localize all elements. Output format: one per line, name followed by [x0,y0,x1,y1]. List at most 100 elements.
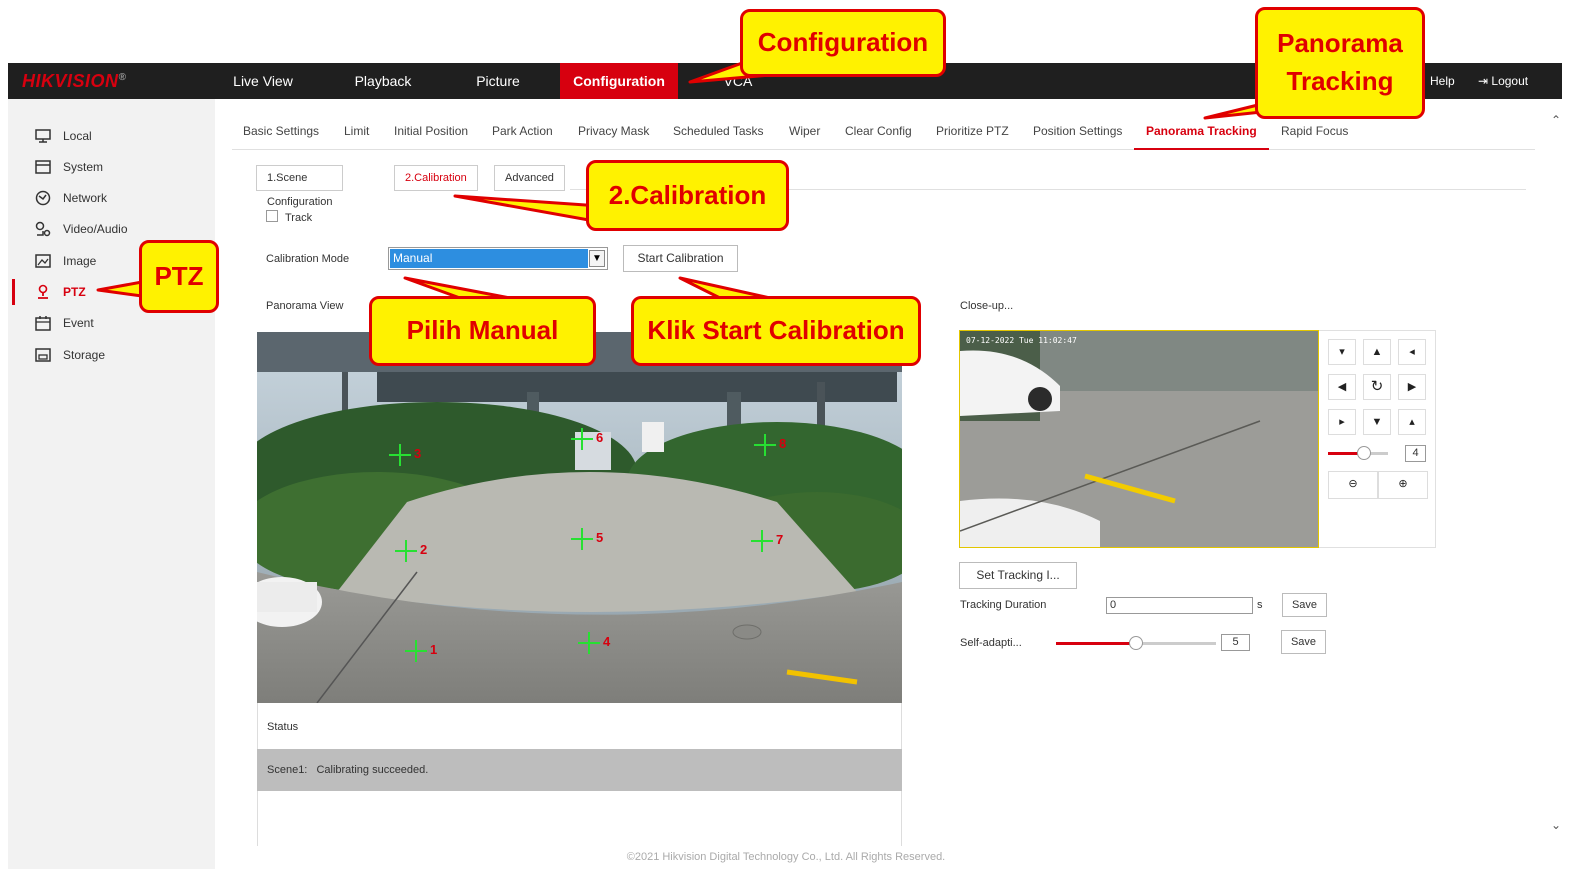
callout-pilih-manual: Pilih Manual [369,296,596,366]
status-label: Status [267,721,299,733]
logout-icon: ⇥ [1478,74,1489,88]
ptz-up-button[interactable]: ▲ [1363,339,1391,365]
ptz-right-button[interactable]: ▶ [1398,374,1426,400]
calibration-marker-7[interactable]: 7 [751,530,783,552]
nav-picture[interactable]: Picture [458,63,538,99]
sidebar-item-event[interactable]: Event [8,310,215,336]
zoom-in-icon: ⊕ [1398,478,1408,490]
sidebar: Local System Network Video/Audio Image P… [8,99,215,869]
tab-initial-position[interactable]: Initial Position [394,114,468,150]
calibration-marker-4[interactable]: 4 [578,632,610,654]
nav-live-view[interactable]: Live View [218,63,308,99]
tab-limit[interactable]: Limit [344,114,369,150]
self-adaptive-value[interactable]: 5 [1221,634,1250,651]
calibration-mode-select[interactable]: Manual ▼ [388,247,608,270]
callout-configuration: Configuration [740,9,946,77]
callout-ptz: PTZ [139,240,219,313]
panorama-view-label: Panorama View [266,300,344,312]
ptz-control-panel: ▾ ▲ ◂ ◀ ↻ ▶ ▸ ▼ ▴ 4 ⊖ ⊕ [1319,330,1436,548]
panorama-view[interactable]: 1 2 3 4 5 6 7 8 [257,332,902,703]
self-adaptive-slider[interactable] [1129,636,1143,650]
mic-icon [34,221,52,237]
ptz-down-left-button[interactable]: ▸ [1328,409,1356,435]
sidebar-item-network[interactable]: Network [8,185,215,211]
hikvision-logo: HIKVISION® [22,71,127,91]
sidebar-item-label: Image [63,254,97,268]
chevron-down-icon[interactable]: ▼ [589,250,605,267]
closeup-view[interactable]: 07-12-2022 Tue 11:02:47 [959,330,1319,548]
tab-position-settings[interactable]: Position Settings [1033,114,1122,150]
calibration-marker-1[interactable]: 1 [405,640,437,662]
sidebar-item-system[interactable]: System [8,154,215,180]
footer-copyright: ©2021 Hikvision Digital Technology Co., … [626,851,946,863]
logout-button[interactable]: ⇥ Logout [1478,63,1528,99]
self-adaptive-label: Self-adapti... [960,637,1022,649]
sidebar-item-video-audio[interactable]: Video/Audio [8,216,215,242]
calibration-marker-6[interactable]: 6 [571,428,603,450]
tracking-duration-save-button[interactable]: Save [1282,593,1327,617]
status-row: Scene1: Calibrating succeeded. [257,749,902,791]
sidebar-item-storage[interactable]: Storage [8,342,215,368]
tab-rapid-focus[interactable]: Rapid Focus [1281,114,1348,150]
ptz-auto-button[interactable]: ↻ [1363,374,1391,400]
ptz-subtabs: Basic Settings Limit Initial Position Pa… [232,114,1535,150]
sidebar-item-label: Network [63,191,108,205]
closeup-label: Close-up... [960,300,1014,312]
tracking-duration-label: Tracking Duration [960,599,1047,611]
tab-panorama-tracking[interactable]: Panorama Tracking [1134,114,1269,150]
step-calibration[interactable]: 2.Calibration [394,165,478,191]
ptz-up-right-button[interactable]: ◂ [1398,339,1426,365]
zoom-in-button[interactable]: ⊕ [1378,471,1428,499]
tab-park-action[interactable]: Park Action [492,114,553,150]
tab-wiper[interactable]: Wiper [789,114,820,150]
start-calibration-button[interactable]: Start Calibration [623,245,738,272]
track-checkbox[interactable] [266,210,278,222]
nav-playback[interactable]: Playback [338,63,428,99]
scroll-down-icon[interactable]: ⌄ [1551,818,1561,832]
ptz-left-button[interactable]: ◀ [1328,374,1356,400]
system-icon [34,159,52,175]
sidebar-item-label: Local [63,129,92,143]
track-label: Track [285,212,313,224]
monitor-icon [34,128,52,144]
tab-privacy-mask[interactable]: Privacy Mask [578,114,649,150]
calibration-marker-3[interactable]: 3 [389,444,421,466]
step-advanced[interactable]: Advanced [494,165,565,191]
self-adaptive-save-button[interactable]: Save [1281,630,1326,654]
ptz-speed-slider[interactable] [1357,446,1371,460]
ptz-speed-value[interactable]: 4 [1405,445,1426,462]
storage-icon [34,347,52,363]
zoom-out-icon: ⊖ [1348,478,1358,490]
ptz-down-right-button[interactable]: ▴ [1398,409,1426,435]
sidebar-item-label: Video/Audio [63,222,128,236]
calibration-mode-value: Manual [390,249,588,268]
sidebar-item-label: PTZ [63,285,86,299]
calibration-marker-8[interactable]: 8 [754,434,786,456]
scroll-up-icon[interactable]: ⌃ [1551,113,1561,127]
calendar-icon [34,315,52,331]
tab-basic-settings[interactable]: Basic Settings [243,114,319,150]
nav-configuration[interactable]: Configuration [560,63,678,99]
ptz-icon [34,284,52,300]
ptz-up-left-button[interactable]: ▾ [1328,339,1356,365]
callout-start-calibration: Klik Start Calibration [631,296,921,366]
sidebar-item-local[interactable]: Local [8,123,215,149]
help-link[interactable]: Help [1430,63,1455,99]
ptz-down-button[interactable]: ▼ [1363,409,1391,435]
tab-prioritize-ptz[interactable]: Prioritize PTZ [936,114,1009,150]
callout-calibration: 2.Calibration [586,160,789,231]
closeup-image [960,331,1318,547]
step-scene-configuration[interactable]: 1.Scene Configuration [256,165,344,208]
calibration-marker-2[interactable]: 2 [395,540,427,562]
tab-clear-config[interactable]: Clear Config [845,114,912,150]
calibration-mode-label: Calibration Mode [266,253,350,265]
closeup-timestamp: 07-12-2022 Tue 11:02:47 [966,336,1077,345]
tracking-duration-unit: s [1257,599,1263,611]
zoom-out-button[interactable]: ⊖ [1328,471,1378,499]
sidebar-item-label: System [63,160,104,174]
calibration-marker-5[interactable]: 5 [571,528,603,550]
tracking-duration-input[interactable]: 0 [1106,597,1253,614]
set-tracking-button[interactable]: Set Tracking I... [959,562,1077,589]
tab-scheduled-tasks[interactable]: Scheduled Tasks [673,114,764,150]
app-window: { "brand": {"name": "HIKVISION", "reg": … [0,0,1572,880]
